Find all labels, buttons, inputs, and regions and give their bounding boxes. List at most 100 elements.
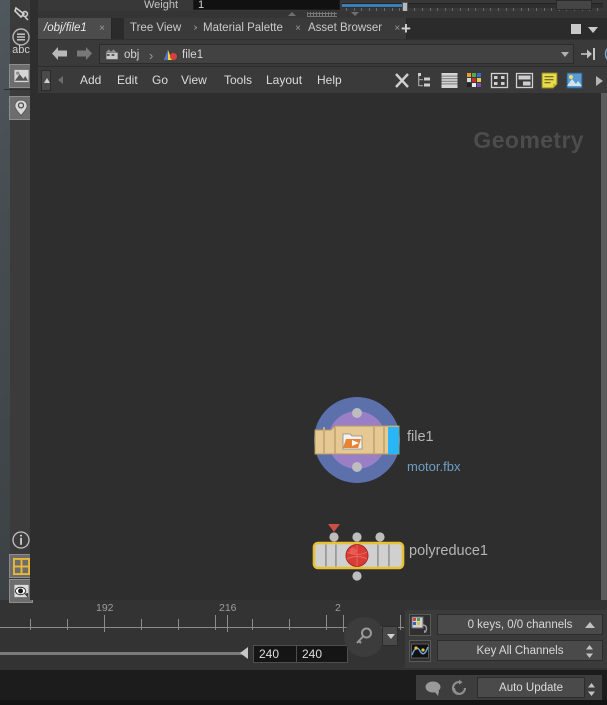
key-icon-button[interactable] bbox=[344, 617, 384, 657]
node-file1-graphic[interactable] bbox=[313, 396, 401, 484]
splitter-down-arrow[interactable] bbox=[351, 12, 359, 16]
timeline-baseline bbox=[0, 627, 404, 628]
toolbar-overflow-play-icon[interactable] bbox=[596, 76, 603, 86]
menubar-scroll-up-button[interactable] bbox=[41, 70, 51, 91]
menubar-left-chevron-icon[interactable] bbox=[58, 76, 63, 84]
tab-close-icon[interactable]: × bbox=[295, 23, 301, 34]
image-icon[interactable] bbox=[565, 71, 584, 90]
keys-summary-field[interactable]: 0 keys, 0/0 channels bbox=[437, 614, 603, 635]
timeline-ruler[interactable]: 1922162 bbox=[0, 602, 404, 634]
network-editor-panel: /obj/file1 × Tree View × Material Palett… bbox=[38, 18, 607, 600]
weight-label: Weight bbox=[144, 0, 178, 11]
channel-controls-block: 0 keys, 0/0 channels Key All Channels bbox=[405, 610, 607, 668]
menu-go[interactable]: Go bbox=[152, 72, 168, 89]
timeline-tick bbox=[252, 619, 253, 630]
timeline-tick bbox=[30, 619, 31, 630]
canvas-vertical-scrollbar[interactable] bbox=[601, 93, 607, 600]
splitter-up-arrow[interactable] bbox=[288, 12, 296, 16]
tab-bar: /obj/file1 × Tree View × Material Palett… bbox=[38, 18, 607, 39]
left-toolbar-rail: abc bbox=[0, 0, 38, 600]
end-frame-field[interactable]: 240 bbox=[296, 645, 348, 663]
tab-label: Material Palette bbox=[203, 22, 283, 34]
weight-parameter-strip: Weight 1 bbox=[0, 0, 607, 11]
tab-tree-view[interactable]: Tree View × bbox=[124, 18, 206, 39]
back-arrow-icon[interactable] bbox=[50, 45, 70, 62]
path-separator-icon: › bbox=[149, 48, 153, 63]
timeline-tick bbox=[178, 619, 179, 630]
add-tab-button[interactable]: + bbox=[401, 20, 411, 37]
window-bottom-edge bbox=[0, 700, 607, 705]
node-file1[interactable]: file1 motor.fbx bbox=[313, 396, 401, 489]
network-menu-bar: Add Edit Go View Tools Layout Help bbox=[38, 66, 607, 93]
path-segment-file1[interactable]: file1 bbox=[182, 47, 203, 63]
menu-edit[interactable]: Edit bbox=[117, 72, 138, 89]
tab-material-palette[interactable]: Material Palette × bbox=[197, 18, 308, 39]
timeline-major-tick bbox=[343, 615, 344, 632]
key-mode-field[interactable]: Key All Channels bbox=[437, 640, 603, 661]
update-mode-panel: Auto Update bbox=[416, 675, 602, 700]
network-canvas[interactable]: Geometry bbox=[38, 93, 601, 600]
maximize-pane-button[interactable] bbox=[571, 24, 581, 34]
path-segment-obj[interactable]: obj bbox=[124, 47, 139, 63]
sticky-note-icon[interactable] bbox=[540, 71, 559, 90]
menu-add[interactable]: Add bbox=[80, 72, 101, 89]
weight-value-field[interactable]: 1 bbox=[193, 0, 340, 10]
channel-color-icon[interactable] bbox=[409, 614, 431, 636]
menu-view[interactable]: View bbox=[181, 72, 207, 89]
keys-summary-label: 0 keys, 0/0 channels bbox=[468, 619, 573, 631]
splitter-grip[interactable] bbox=[307, 12, 337, 17]
update-mode-spinner-icon[interactable] bbox=[587, 682, 596, 697]
color-palette-icon[interactable] bbox=[465, 71, 484, 90]
key-icon bbox=[352, 625, 376, 649]
tab-close-icon[interactable]: × bbox=[394, 23, 400, 34]
cursor-icon[interactable] bbox=[424, 679, 443, 697]
weight-slider-fill bbox=[342, 4, 404, 7]
timeline-tick-label: 216 bbox=[219, 602, 237, 614]
keys-summary-up-arrow-icon[interactable] bbox=[585, 622, 595, 628]
timeline-tick-label: 2 bbox=[335, 602, 341, 614]
panel-splitter[interactable] bbox=[0, 11, 607, 18]
layout-icon[interactable] bbox=[515, 71, 534, 90]
timeline-range-bar[interactable] bbox=[0, 652, 245, 655]
tab-label: Asset Browser bbox=[308, 22, 382, 34]
canvas-scrollbar-thumb[interactable] bbox=[601, 93, 607, 600]
network-type-watermark: Geometry bbox=[473, 127, 584, 154]
layers-icon[interactable] bbox=[440, 71, 459, 90]
node-polyreduce1[interactable]: polyreduce1 bbox=[311, 523, 415, 590]
key-mode-dropdown-button[interactable] bbox=[382, 626, 398, 646]
jump-to-node-icon[interactable] bbox=[581, 47, 599, 66]
key-mode-label: Key All Channels bbox=[477, 645, 564, 657]
hierarchy-icon[interactable] bbox=[416, 71, 435, 90]
pane-menu-chevron-down-icon[interactable] bbox=[588, 27, 598, 33]
obj-network-icon bbox=[105, 48, 120, 66]
tab-label: /obj/file1 bbox=[44, 22, 87, 34]
timeline-major-tick bbox=[227, 615, 228, 632]
tab-obj-file1[interactable]: /obj/file1 × bbox=[38, 18, 112, 39]
key-mode-spinner-icon[interactable] bbox=[585, 644, 594, 659]
node-polyreduce1-label: polyreduce1 bbox=[409, 543, 488, 559]
node-path-field[interactable]: obj › file1 bbox=[99, 44, 574, 64]
timeline-tick bbox=[67, 619, 68, 630]
timeline-playhead-handle[interactable] bbox=[240, 647, 248, 659]
grid-icon[interactable] bbox=[490, 71, 509, 90]
menu-tools[interactable]: Tools bbox=[224, 72, 252, 89]
tab-asset-browser[interactable]: Asset Browser × bbox=[302, 18, 407, 39]
tab-close-icon[interactable]: × bbox=[99, 23, 105, 34]
node-file1-label: file1 bbox=[407, 429, 434, 445]
node-file1-subtitle: motor.fbx bbox=[407, 459, 460, 474]
rail-right-divider bbox=[30, 0, 38, 600]
tab-label: Tree View bbox=[130, 22, 181, 34]
animation-curve-icon[interactable] bbox=[409, 640, 431, 662]
weight-extra-box[interactable] bbox=[556, 0, 592, 10]
path-dropdown-chevron-icon[interactable] bbox=[561, 52, 569, 57]
refresh-icon[interactable] bbox=[450, 679, 469, 697]
tools-icon[interactable] bbox=[393, 71, 412, 90]
geometry-node-icon bbox=[162, 48, 178, 67]
path-bar: obj › file1 bbox=[38, 39, 607, 66]
menu-help[interactable]: Help bbox=[317, 72, 342, 89]
forward-arrow-icon[interactable] bbox=[74, 45, 94, 62]
update-mode-field[interactable]: Auto Update bbox=[477, 677, 585, 698]
houdini-window: Weight 1 bbox=[0, 0, 607, 705]
node-polyreduce1-graphic[interactable] bbox=[311, 523, 415, 585]
menu-layout[interactable]: Layout bbox=[266, 72, 302, 89]
